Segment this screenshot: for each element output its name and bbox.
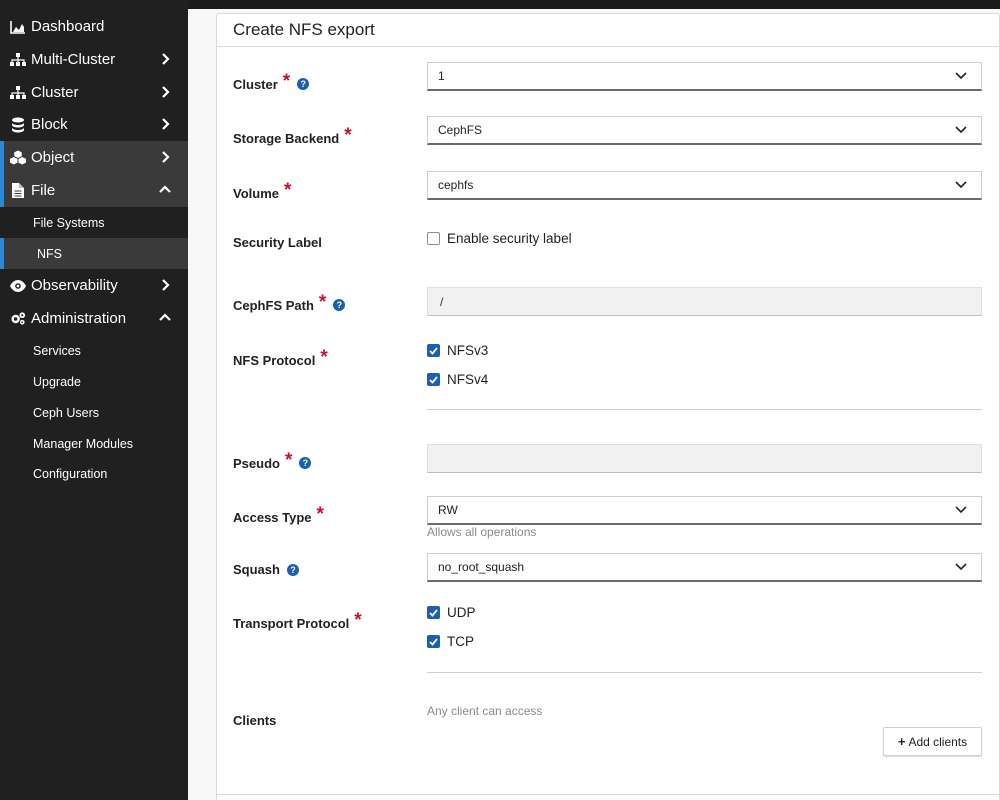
- chevron-right-icon: [162, 151, 170, 163]
- sidebar-subitem-nfs[interactable]: NFS: [0, 238, 188, 269]
- chevron-down-icon: [955, 126, 967, 134]
- help-icon[interactable]: ?: [333, 299, 346, 311]
- volume-label: Volume *: [233, 180, 292, 201]
- sidebar-item-label: Cluster: [31, 84, 79, 101]
- card-footer-divider: [216, 794, 1000, 795]
- tcp-checkbox[interactable]: TCP: [427, 634, 474, 649]
- sidebar-item-label: Administration: [31, 310, 127, 327]
- sidebar-subitem-file-systems[interactable]: File Systems: [0, 207, 188, 238]
- sidebar-item-file[interactable]: File: [0, 174, 188, 207]
- required-asterisk: *: [354, 610, 362, 631]
- sidebar-item-object[interactable]: Object: [0, 141, 188, 174]
- required-asterisk: *: [282, 71, 291, 92]
- required-asterisk: *: [344, 125, 352, 146]
- security-label-label: Security Label: [233, 235, 322, 250]
- squash-label: Squash?: [233, 562, 299, 577]
- required-asterisk: *: [284, 180, 292, 201]
- checkbox-checked[interactable]: [427, 373, 440, 386]
- sitemap-icon: [10, 52, 26, 68]
- chevron-down-icon: [955, 72, 967, 80]
- dashboard-icon: [10, 19, 26, 35]
- chevron-right-icon: [162, 86, 170, 98]
- clients-hint: Any client can access: [427, 704, 543, 718]
- chevron-right-icon: [162, 53, 170, 65]
- nfsv3-checkbox[interactable]: NFSv3: [427, 343, 488, 358]
- access-type-select[interactable]: RW: [427, 496, 982, 525]
- storage-backend-label: Storage Backend *: [233, 125, 352, 146]
- card-title: Create NFS export: [217, 14, 999, 47]
- chevron-right-icon: [162, 118, 170, 130]
- sidebar-item-cluster[interactable]: Cluster: [0, 76, 188, 109]
- chevron-up-icon: [159, 313, 171, 321]
- eye-icon: [10, 278, 26, 294]
- file-icon: [10, 183, 26, 199]
- cubes-icon: [10, 150, 26, 166]
- sidebar-subitem-upgrade[interactable]: Upgrade: [0, 366, 188, 397]
- chevron-down-icon: [955, 506, 967, 514]
- sidebar-item-label: Block: [31, 116, 68, 133]
- storage-backend-select[interactable]: CephFS: [427, 116, 982, 145]
- sidebar-item-label: Dashboard: [31, 18, 105, 35]
- sidebar-item-dashboard[interactable]: Dashboard: [0, 10, 188, 43]
- plus-icon: +: [897, 734, 906, 749]
- nfs-protocol-divider: [427, 409, 982, 410]
- cephfs-path-label: CephFS Path *?: [233, 292, 346, 316]
- help-icon[interactable]: ?: [299, 457, 312, 469]
- sidebar-item-label: Multi-Cluster: [31, 51, 116, 68]
- sidebar-nav: Dashboard Multi-Cluster Cluster Block Ob…: [0, 0, 188, 800]
- transport-protocol-label: Transport Protocol *: [233, 610, 362, 631]
- sidebar-item-administration[interactable]: Administration: [0, 302, 188, 335]
- chevron-right-icon: [162, 279, 170, 291]
- transport-protocol-divider: [427, 672, 982, 673]
- sitemap-icon: [10, 85, 26, 101]
- pseudo-input[interactable]: [427, 444, 982, 473]
- chevron-down-icon: [955, 563, 967, 571]
- sidebar-subitem-services[interactable]: Services: [0, 335, 188, 366]
- pseudo-label: Pseudo *?: [233, 450, 312, 474]
- access-type-hint: Allows all operations: [427, 525, 537, 539]
- required-asterisk: *: [316, 504, 324, 525]
- required-asterisk: *: [284, 450, 293, 471]
- udp-checkbox[interactable]: UDP: [427, 605, 476, 620]
- chevron-down-icon: [955, 181, 967, 189]
- sidebar-subitem-configuration[interactable]: Configuration: [0, 458, 188, 489]
- nfsv4-checkbox[interactable]: NFSv4: [427, 372, 488, 387]
- access-type-label: Access Type *: [233, 504, 324, 525]
- sidebar-item-block[interactable]: Block: [0, 108, 188, 141]
- required-asterisk: *: [318, 292, 327, 313]
- add-clients-button[interactable]: + Add clients: [883, 727, 982, 756]
- cluster-label: Cluster *?: [233, 71, 310, 95]
- chevron-up-icon: [159, 185, 171, 193]
- help-icon[interactable]: ?: [286, 563, 299, 576]
- cogs-icon: [10, 311, 26, 327]
- help-icon[interactable]: ?: [297, 78, 310, 90]
- required-asterisk: *: [320, 347, 328, 368]
- checkbox-checked[interactable]: [427, 606, 440, 619]
- cephfs-path-input[interactable]: /: [427, 287, 982, 316]
- sidebar-subitem-ceph-users[interactable]: Ceph Users: [0, 397, 188, 428]
- sidebar-subitem-manager-modules[interactable]: Manager Modules: [0, 428, 188, 459]
- clients-label: Clients: [233, 713, 277, 728]
- sidebar-item-observability[interactable]: Observability: [0, 269, 188, 302]
- sidebar-item-label: File: [31, 182, 56, 199]
- sidebar-item-label: Observability: [31, 277, 118, 294]
- nfs-protocol-label: NFS Protocol *: [233, 347, 328, 368]
- sidebar-item-multi-cluster[interactable]: Multi-Cluster: [0, 43, 188, 76]
- enable-security-label-checkbox[interactable]: Enable security label: [427, 231, 572, 246]
- sidebar-item-label: Object: [31, 149, 75, 166]
- checkbox-unchecked[interactable]: [427, 232, 440, 245]
- cluster-select[interactable]: 1: [427, 62, 982, 91]
- volume-select[interactable]: cephfs: [427, 171, 982, 200]
- squash-select[interactable]: no_root_squash: [427, 553, 982, 582]
- checkbox-checked[interactable]: [427, 635, 440, 648]
- database-icon: [10, 117, 26, 133]
- checkbox-checked[interactable]: [427, 344, 440, 357]
